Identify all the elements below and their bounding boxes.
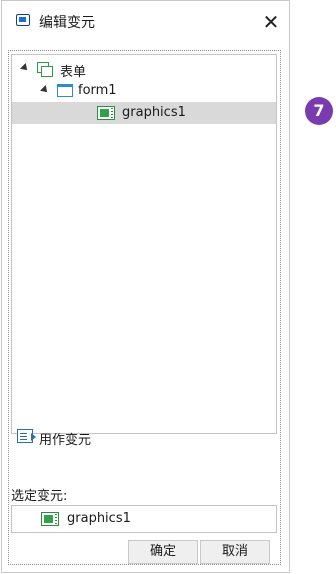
selected-variable-field: graphics1 [11, 505, 277, 533]
step-number-badge: 7 [305, 97, 333, 125]
title-bar: 编辑变元 ✕ [2, 1, 289, 43]
folder-icon [57, 84, 73, 97]
graphics-icon [41, 512, 59, 526]
tree-node-form1[interactable]: form1 [12, 80, 276, 102]
close-icon[interactable]: ✕ [259, 10, 283, 34]
tree-node-label: graphics1 [122, 105, 186, 120]
selected-variable-value: graphics1 [67, 511, 131, 526]
app-window-icon [16, 14, 30, 26]
selected-variable-label: 选定变元: [11, 489, 68, 504]
tree-node-label: form1 [78, 83, 117, 98]
forms-icon [37, 62, 53, 77]
graphics-icon [97, 106, 115, 120]
cancel-button[interactable]: 取消 [200, 540, 270, 564]
ok-button[interactable]: 确定 [128, 540, 198, 564]
use-as-variable-label: 用作变元 [39, 433, 92, 448]
tree-node-forms[interactable]: 表单 [12, 58, 276, 80]
use-as-variable-button[interactable]: 用作变元 [12, 424, 272, 448]
form-tree[interactable]: 表单 form1 graphics1 [11, 54, 277, 434]
tree-node-graphics1[interactable]: graphics1 [12, 102, 276, 124]
expand-arrow-icon[interactable] [20, 63, 30, 73]
expand-arrow-icon[interactable] [40, 85, 50, 95]
use-as-variable-icon [17, 429, 36, 443]
tree-node-label: 表单 [60, 65, 87, 80]
dialog-title: 编辑变元 [39, 15, 95, 31]
